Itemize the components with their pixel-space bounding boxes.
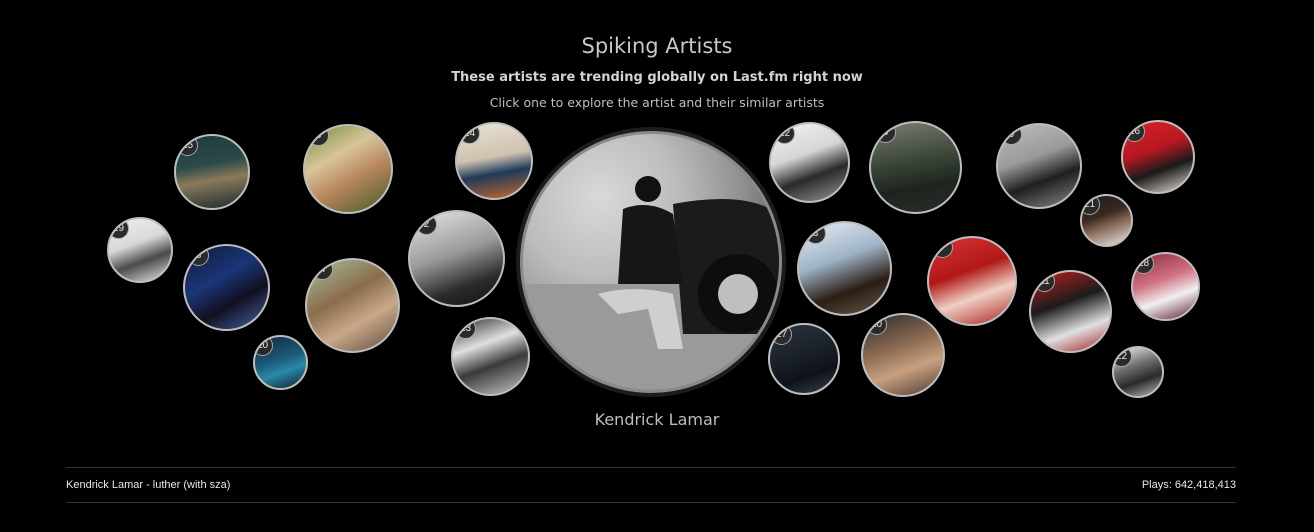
artist-bubble-17[interactable]: 17 (768, 323, 840, 395)
rank-badge: 11 (1034, 272, 1055, 292)
artist-bubble-4[interactable]: 4 (305, 258, 400, 353)
artist-bubble-13[interactable]: 13 (451, 317, 530, 396)
footer-track[interactable]: Kendrick Lamar - luther (with sza) (66, 479, 230, 491)
artist-bubble-15[interactable]: 15 (174, 134, 250, 210)
artist-bubble-18[interactable]: 18 (1131, 252, 1200, 321)
artist-bubble-21[interactable]: 21 (1080, 194, 1133, 247)
featured-artist-name: Kendrick Lamar (594, 410, 720, 429)
rank-badge: 20 (255, 337, 273, 356)
artist-bubble-11[interactable]: 11 (1029, 270, 1112, 353)
artist-bubble-20[interactable]: 20 (253, 335, 308, 390)
rank-badge: 13 (455, 319, 476, 339)
rank-badge: 7 (932, 238, 953, 258)
artist-bubble-22[interactable]: 22 (1112, 346, 1164, 398)
page-title: Spiking Artists (581, 34, 733, 58)
artist-bubble-9[interactable]: 9 (996, 123, 1082, 209)
rank-badge: 10 (866, 315, 887, 335)
page-subtitle: These artists are trending globally on L… (451, 70, 863, 85)
artist-bubble-5[interactable]: 5 (869, 121, 962, 214)
artist-bubble-10[interactable]: 10 (861, 313, 945, 397)
artist-bubble-14[interactable]: 14 (455, 122, 533, 200)
rank-badge: 3 (805, 223, 826, 244)
rank-badge: 14 (459, 124, 480, 144)
artist-bubble-6[interactable]: 6 (303, 124, 393, 214)
rank-badge: 2 (416, 214, 437, 235)
rank-badge: 6 (308, 126, 329, 146)
rank-badge: 21 (1082, 196, 1100, 215)
artist-bubble-19[interactable]: 19 (107, 217, 173, 283)
artist-bubble-16[interactable]: 16 (1121, 120, 1195, 194)
footer-divider-top (66, 467, 1236, 468)
rank-badge: 12 (774, 124, 795, 144)
rank-badge: 22 (1114, 348, 1132, 367)
page-hint: Click one to explore the artist and thei… (489, 95, 825, 110)
artist-bubble-7[interactable]: 7 (927, 236, 1017, 326)
artist-bubble-12[interactable]: 12 (769, 122, 850, 203)
artist-bubble-3[interactable]: 3 (797, 221, 892, 316)
artist-bubble-2[interactable]: 2 (408, 210, 505, 307)
artist-bubble-8[interactable]: 8 (183, 244, 270, 331)
rank-badge: 4 (312, 260, 333, 280)
footer-plays: Plays: 642,418,413 (1141, 479, 1236, 491)
rank-badge: 8 (188, 246, 209, 266)
rank-badge: 16 (1124, 122, 1145, 142)
rank-badge: 5 (875, 123, 896, 143)
rank-badge: 18 (1133, 254, 1154, 274)
featured-artist-bubble[interactable] (520, 131, 782, 393)
rank-badge: 15 (177, 136, 198, 156)
featured-artist-photo (523, 176, 779, 390)
rank-badge: 9 (1001, 125, 1022, 145)
rank-badge: 17 (771, 325, 792, 345)
rank-badge: 19 (109, 219, 129, 239)
footer-divider-bottom (66, 502, 1236, 503)
